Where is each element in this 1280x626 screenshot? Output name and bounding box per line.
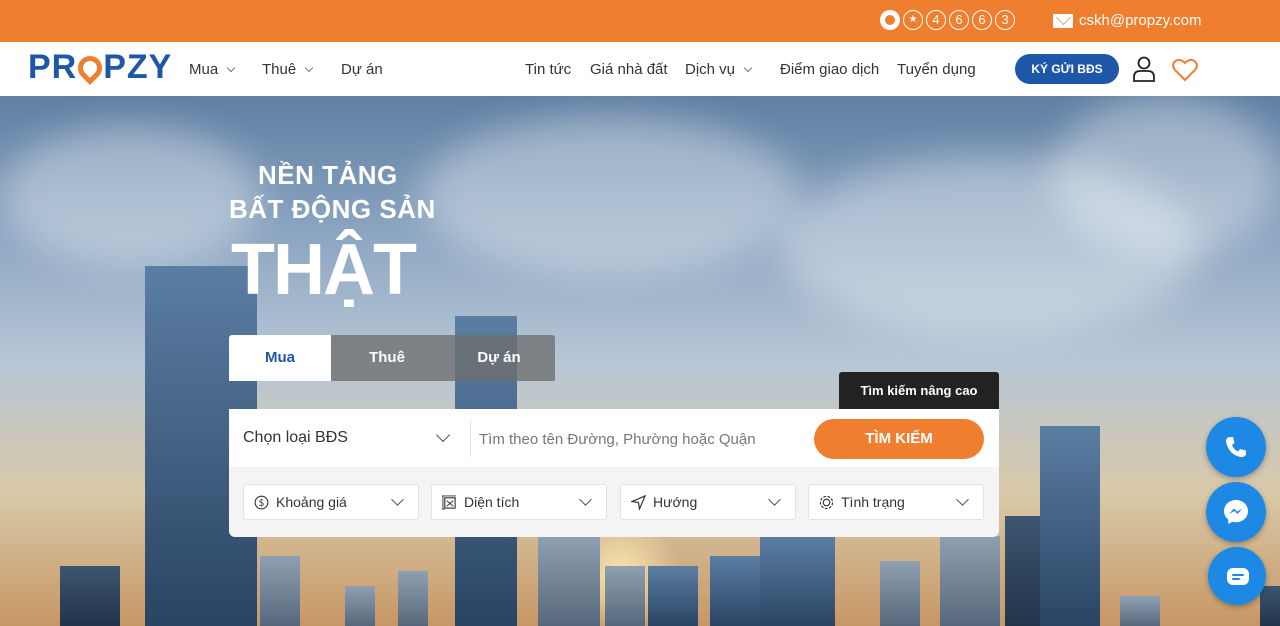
building [398,571,428,626]
chevron-down-icon [391,493,404,506]
search-row: Chọn loại BĐS TÌM KIẾM [229,409,999,467]
nav-item-gia-nha-dat[interactable]: Giá nhà đất [590,61,668,78]
filter-direction[interactable]: Hướng [620,484,796,520]
property-type-select[interactable]: Chọn loại BĐS [243,429,348,447]
filter-label: Khoảng giá [276,494,347,510]
search-tabs: Mua Thuê Dự án [229,335,555,381]
building [1260,586,1280,626]
divider [470,421,471,457]
filter-area[interactable]: Diện tích [431,484,607,520]
search-input[interactable] [479,423,809,455]
search-panel: Chọn loại BĐS TÌM KIẾM $ Khoảng giá Diện… [229,409,999,537]
nav-item-label: Giá nhà đất [590,61,668,78]
building [345,586,375,626]
filter-label: Hướng [653,494,698,510]
nav-item-mua[interactable]: Mua [189,61,236,78]
phone-button[interactable] [1206,417,1266,477]
chevron-down-icon [579,493,592,506]
chevron-down-icon [435,427,451,443]
building [710,556,760,626]
chat-icon [1227,568,1249,585]
advanced-search-button[interactable]: Tìm kiếm nâng cao [839,372,999,409]
filter-label: Tình trạng [841,494,905,510]
building [1040,426,1100,626]
nav-item-label: Mua [189,61,219,78]
messenger-icon [1224,500,1248,524]
filter-price[interactable]: $ Khoảng giá [243,484,419,520]
email-link[interactable]: cskh@propzy.com [1053,12,1201,29]
building [60,566,120,626]
logo-text-right: PZY [103,48,173,86]
nav-item-label: Thuê [262,61,297,78]
cloud-decoration [1050,96,1280,256]
logo-pin-icon [73,50,108,85]
hotline-digit: 6 [949,10,969,30]
whatsapp-icon [880,10,900,30]
phone-icon [1226,437,1246,457]
ky-gui-button[interactable]: KÝ GỬI BĐS [1015,54,1119,84]
nav-item-label: Điểm giao dịch [780,61,880,78]
building [648,566,698,626]
hotline[interactable]: ★ 4 6 6 3 [880,10,1015,30]
logo[interactable]: PR PZY [28,48,172,87]
main-nav: PR PZY Mua Thuê Dự án Tin tức Giá nhà đấ… [0,42,1280,96]
building [940,536,1000,626]
building [605,566,645,626]
chat-button[interactable] [1208,547,1266,605]
hotline-digit: 4 [926,10,946,30]
search-button[interactable]: TÌM KIẾM [814,419,984,459]
svg-text:$: $ [259,498,265,509]
money-icon: $ [254,495,269,510]
cloud-decoration [420,116,800,276]
cloud-decoration [0,126,260,266]
nav-item-label: Dịch vụ [685,61,736,78]
nav-item-diem-giao-dich[interactable]: Điểm giao dịch [780,61,879,78]
status-icon [819,495,834,510]
chevron-down-icon [956,493,969,506]
hero-banner [0,96,1280,626]
hero-headline-line1: NỀN TẢNG [258,160,398,190]
chevron-down-icon [768,493,781,506]
hotline-digit: 3 [995,10,1015,30]
hero-headline-line2: BẤT ĐỘNG SẢN [229,194,436,224]
nav-item-du-an[interactable]: Dự án [341,61,383,78]
building [538,536,600,626]
user-icon[interactable] [1132,56,1156,82]
hero-headline-line3: THẬT [231,230,417,310]
email-text: cskh@propzy.com [1079,12,1202,29]
nav-item-tuyen-dung[interactable]: Tuyển dụng [897,61,976,78]
direction-icon [631,495,646,510]
building [1120,596,1160,626]
nav-item-label: Dự án [341,61,383,78]
nav-item-label: Tin tức [525,61,572,78]
hotline-digit: ★ [903,10,923,30]
hotline-digit: 6 [972,10,992,30]
building [260,556,300,626]
tab-mua[interactable]: Mua [229,335,331,381]
filter-label: Diện tích [464,494,520,510]
nav-item-label: Tuyển dụng [897,61,976,78]
messenger-button[interactable] [1206,482,1266,542]
logo-text-left: PR [28,48,78,86]
chevron-down-icon [304,63,314,73]
tab-du-an[interactable]: Dự án [443,335,555,381]
building [760,536,835,626]
nav-item-dich-vu[interactable]: Dịch vụ [685,61,753,78]
chevron-down-icon [743,63,753,73]
top-bar: ★ 4 6 6 3 cskh@propzy.com [0,0,1280,42]
heart-icon[interactable] [1172,58,1198,82]
tab-thue[interactable]: Thuê [331,335,443,381]
area-icon [442,495,457,510]
building [880,561,920,626]
nav-item-tin-tuc[interactable]: Tin tức [525,61,571,78]
filter-status[interactable]: Tình trạng [808,484,984,520]
nav-item-thue[interactable]: Thuê [262,61,314,78]
mail-icon [1053,13,1073,28]
chevron-down-icon [226,63,236,73]
